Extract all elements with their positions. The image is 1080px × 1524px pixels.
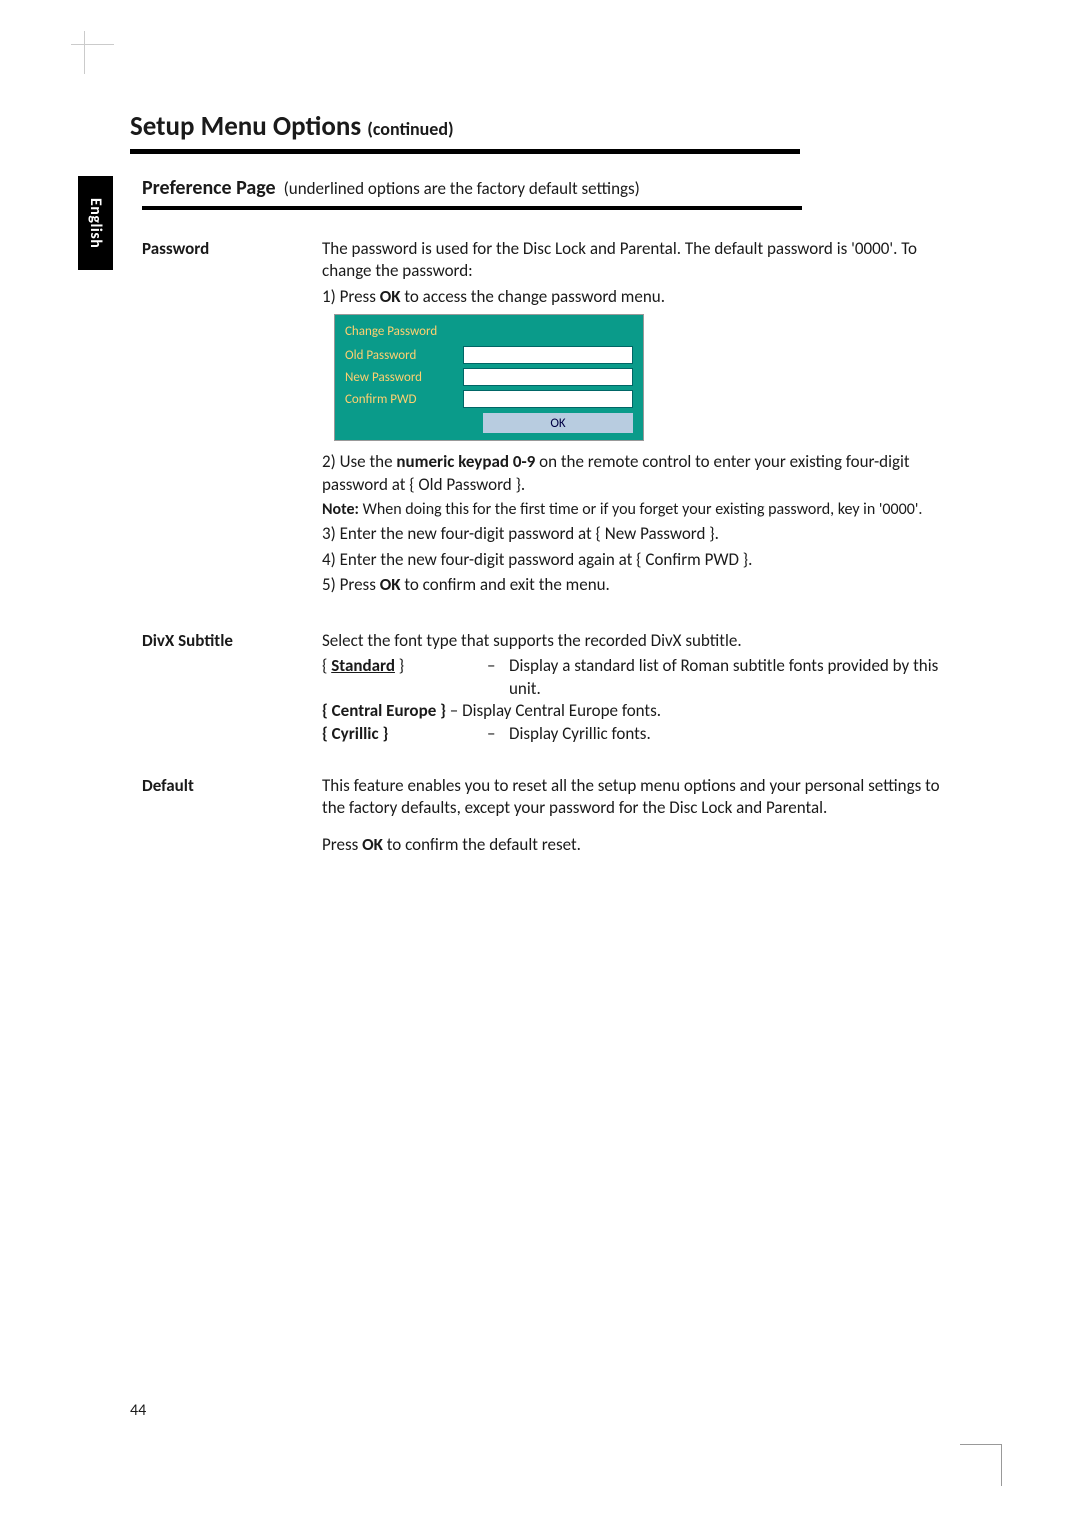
title-main: Setup Menu Options — [130, 110, 361, 143]
password-note: Note: When doing this for the first time… — [322, 499, 940, 520]
standard-underlined: Standard — [331, 655, 395, 676]
divx-label: DivX Subtitle — [142, 630, 322, 745]
dialog-ok-row: OK — [335, 410, 643, 436]
text: Press — [322, 834, 362, 855]
pref-heading-text: Preference Page — [142, 176, 276, 200]
text: { Central Europe } — [322, 700, 446, 721]
new-password-field[interactable] — [463, 368, 633, 386]
divx-intro: Select the font type that supports the r… — [322, 630, 940, 652]
text: { Cyrillic } — [322, 723, 388, 744]
pref-heading-paren: (underlined options are the factory defa… — [284, 178, 640, 199]
change-password-dialog: Change Password Old Password New Passwor… — [334, 314, 644, 441]
text: to confirm and exit the menu. — [401, 574, 610, 595]
dialog-row-confirm: Confirm PWD — [335, 388, 643, 410]
divx-option-cyrillic: { Cyrillic } – Display Cyrillic fonts. — [322, 723, 940, 745]
page-title: Setup Menu Options (continued) — [130, 110, 940, 143]
old-password-field[interactable] — [463, 346, 633, 364]
text: to confirm the default reset. — [383, 834, 581, 855]
page-number: 44 — [130, 1401, 146, 1420]
password-step5: 5) Press OK to confirm and exit the menu… — [322, 574, 940, 596]
dialog-row-new: New Password — [335, 366, 643, 388]
opt-label: { Cyrillic } — [322, 723, 487, 745]
password-step1: 1) Press OK to access the change passwor… — [322, 286, 940, 308]
text: { — [322, 655, 331, 676]
ok-bold: OK — [380, 574, 401, 595]
note-bold: Note: — [322, 500, 359, 519]
dialog-title: Change Password — [335, 319, 643, 344]
password-step4: 4) Enter the new four-digit password aga… — [322, 549, 940, 571]
divx-option-standard: { Standard } – Display a standard list o… — [322, 655, 940, 700]
old-password-label: Old Password — [345, 347, 453, 364]
new-password-label: New Password — [345, 369, 453, 386]
opt-label: { Standard } — [322, 655, 487, 700]
opt-desc: Display Central Europe fonts. — [462, 700, 940, 722]
default-intro: This feature enables you to reset all th… — [322, 775, 940, 820]
opt-label: { Central Europe } – — [322, 700, 462, 722]
row-default: Default This feature enables you to rese… — [142, 775, 940, 859]
text: 5) Press — [322, 574, 380, 595]
divx-option-central: { Central Europe } – Display Central Eur… — [322, 700, 940, 722]
preference-heading: Preference Page (underlined options are … — [142, 176, 802, 210]
password-step2: 2) Use the numeric keypad 0-9 on the rem… — [322, 451, 940, 496]
title-suffix: (continued) — [367, 118, 453, 140]
confirm-password-label: Confirm PWD — [345, 391, 453, 408]
password-label: Password — [142, 238, 322, 600]
divider — [130, 149, 800, 154]
page-content: English Setup Menu Options (continued) P… — [130, 110, 940, 889]
default-label: Default — [142, 775, 322, 859]
text: 1) Press — [322, 286, 380, 307]
default-body: This feature enables you to reset all th… — [322, 775, 940, 859]
opt-desc: Display Cyrillic fonts. — [509, 723, 940, 745]
default-action: Press OK to confirm the default reset. — [322, 834, 940, 856]
dash: – — [487, 655, 509, 700]
opt-desc: Display a standard list of Roman subtitl… — [509, 655, 940, 700]
divx-body: Select the font type that supports the r… — [322, 630, 940, 745]
ok-bold: OK — [380, 286, 401, 307]
dash: – — [487, 723, 509, 745]
row-password: Password The password is used for the Di… — [142, 238, 940, 600]
row-divx: DivX Subtitle Select the font type that … — [142, 630, 940, 745]
ok-bold: OK — [362, 834, 383, 855]
password-step3: 3) Enter the new four-digit password at … — [322, 523, 940, 545]
text: 2) Use the — [322, 451, 396, 472]
language-tab: English — [78, 176, 113, 270]
dialog-ok-button[interactable]: OK — [483, 413, 633, 433]
confirm-password-field[interactable] — [463, 390, 633, 408]
text: to access the change password menu. — [401, 286, 666, 307]
password-intro: The password is used for the Disc Lock a… — [322, 238, 940, 283]
text: } — [395, 655, 404, 676]
note-text: When doing this for the first time or if… — [359, 500, 922, 519]
dialog-row-old: Old Password — [335, 344, 643, 366]
keypad-bold: numeric keypad 0-9 — [396, 451, 535, 472]
password-body: The password is used for the Disc Lock a… — [322, 238, 940, 600]
